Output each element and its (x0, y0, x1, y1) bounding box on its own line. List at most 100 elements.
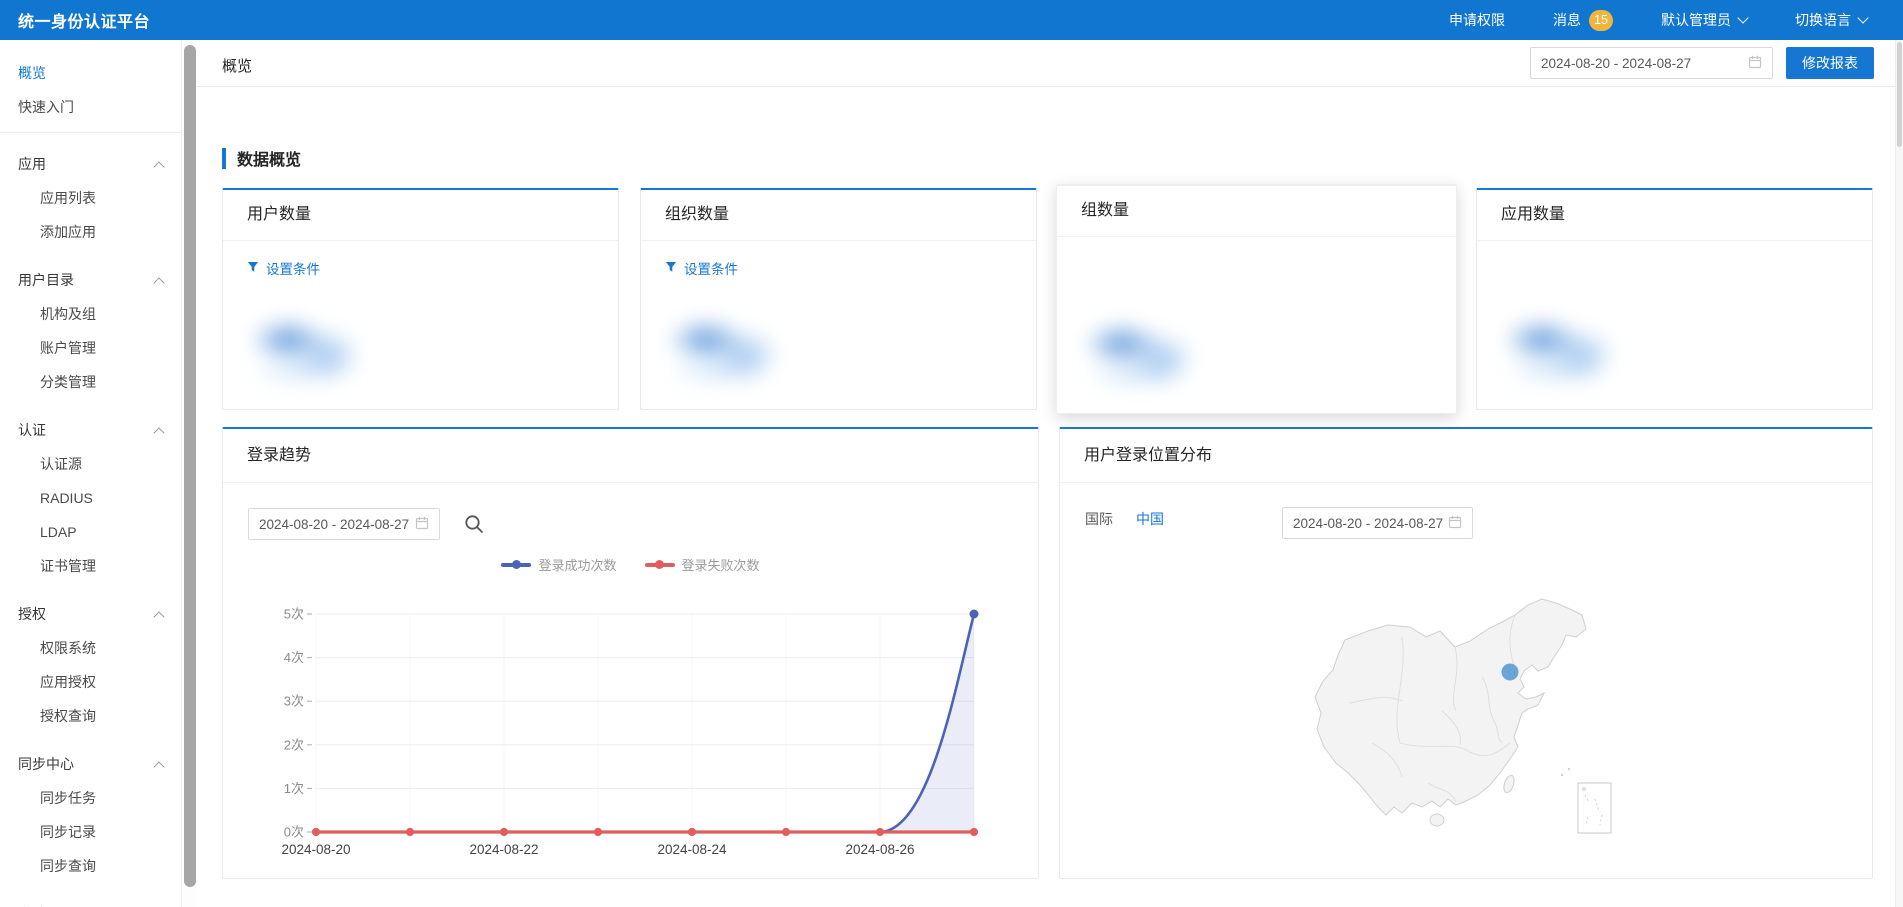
nav-apply-permission-label: 申请权限 (1449, 10, 1505, 30)
set-conditions-label: 设置条件 (684, 258, 738, 278)
sidebar-item-overview[interactable]: 概览 (0, 56, 181, 90)
svg-text:0次: 0次 (284, 825, 304, 840)
sidebar-item-add-app-label: 添加应用 (40, 222, 96, 242)
sidebar-divider (0, 132, 181, 133)
date-range-value: 2024-08-20 - 2024-08-27 (1541, 56, 1691, 71)
sidebar-group-authentication[interactable]: 认证 (0, 413, 181, 447)
sidebar-group-sync-center-label: 同步中心 (18, 754, 74, 774)
message-count-badge: 15 (1589, 10, 1613, 31)
sidebar-item-sync-record[interactable]: 同步记录 (0, 815, 181, 849)
app-title: 统一身份认证平台 (18, 8, 150, 32)
sidebar-item-permission-system[interactable]: 权限系统 (0, 631, 181, 665)
map-tab-international[interactable]: 国际 (1085, 509, 1113, 529)
sidebar-nav: 概览快速入门应用应用列表添加应用用户目录机构及组账户管理分类管理认证认证源 RAD… (0, 40, 182, 907)
caret-down-icon (1737, 12, 1748, 23)
sidebar-item-account-management[interactable]: 账户管理 (0, 331, 181, 365)
svg-text:2024-08-20: 2024-08-20 (281, 842, 350, 857)
sidebar-item-quick-start-label: 快速入门 (18, 97, 74, 117)
content-scrollbar-thumb[interactable] (184, 45, 196, 887)
sidebar-item-sync-task-label: 同步任务 (40, 788, 96, 808)
section-accent-bar (222, 148, 226, 169)
legend-item-fail[interactable]: 登录失败次数 (645, 555, 760, 574)
data-overview-section-header: 数据概览 (222, 146, 301, 170)
sidebar-item-ldap[interactable]: LDAP (0, 515, 181, 549)
caret-down-icon (1857, 12, 1868, 23)
page-title: 概览 (222, 55, 252, 76)
app-window: 统一身份认证平台 申请权限 消息15 默认管理员 切换语言 概览快速入门应用应用列表添… (0, 0, 1903, 907)
svg-text:2024-08-22: 2024-08-22 (469, 842, 538, 857)
sidebar-item-org-and-group[interactable]: 机构及组 (0, 297, 181, 331)
nav-admin[interactable]: 默认管理员 (1661, 10, 1747, 30)
sidebar-item-category-management[interactable]: 分类管理 (0, 365, 181, 399)
window-scrollbar-track[interactable] (1895, 40, 1903, 907)
set-conditions-link[interactable]: 设置条件 (665, 258, 738, 278)
legend-marker-icon (645, 560, 675, 569)
sidebar-item-radius[interactable]: RADIUS (0, 481, 181, 515)
china-map (1290, 585, 1650, 855)
legend-marker-icon (501, 560, 531, 569)
sidebar-group-application[interactable]: 应用 (0, 147, 181, 181)
chevron-up-icon (153, 161, 164, 172)
sidebar-item-quick-start[interactable]: 快速入门 (0, 90, 181, 124)
trend-date-range-picker[interactable]: 2024-08-20 - 2024-08-27 (248, 508, 440, 540)
sidebar-item-app-authorization[interactable]: 应用授权 (0, 665, 181, 699)
chevron-up-icon (153, 427, 164, 438)
sidebar-group-authorization[interactable]: 授权 (0, 597, 181, 631)
legend-item-success[interactable]: 登录成功次数 (501, 555, 616, 574)
global-date-range-picker[interactable]: 2024-08-20 - 2024-08-27 (1530, 47, 1773, 79)
sidebar-item-cert-management-label: 证书管理 (40, 556, 96, 576)
map-scope-tabs: 国际 中国 (1085, 509, 1164, 529)
sidebar-item-auth-source[interactable]: 认证源 (0, 447, 181, 481)
sidebar-group-audit[interactable]: 审计 (0, 897, 181, 907)
redacted-count-value (667, 317, 779, 383)
calendar-icon[interactable] (415, 516, 429, 533)
window-scrollbar-thumb[interactable] (1897, 42, 1902, 147)
sidebar-item-account-management-label: 账户管理 (40, 338, 96, 358)
set-conditions-label: 设置条件 (266, 258, 320, 278)
nav-language[interactable]: 切换语言 (1795, 10, 1867, 30)
card-user-count-title: 用户数量 (223, 190, 618, 241)
map-date-range-picker[interactable]: 2024-08-20 - 2024-08-27 (1282, 507, 1473, 539)
svg-text:4次: 4次 (284, 650, 304, 665)
content-topbar: 概览 2024-08-20 - 2024-08-27 修改报表 (197, 40, 1903, 87)
login-location-title: 用户登录位置分布 (1060, 429, 1872, 483)
calendar-icon[interactable] (1748, 55, 1762, 72)
sidebar-group-application-label: 应用 (18, 154, 46, 174)
redacted-count-value (1083, 321, 1195, 387)
sidebar-item-org-and-group-label: 机构及组 (40, 304, 96, 324)
sidebar-group-user-directory[interactable]: 用户目录 (0, 263, 181, 297)
nav-messages[interactable]: 消息15 (1553, 10, 1613, 31)
sidebar-item-authorization-query[interactable]: 授权查询 (0, 699, 181, 733)
sidebar-item-sync-task[interactable]: 同步任务 (0, 781, 181, 815)
svg-text:2024-08-26: 2024-08-26 (845, 842, 914, 857)
sidebar-item-auth-source-label: 认证源 (40, 454, 82, 474)
content-scrollbar-track[interactable] (183, 40, 197, 907)
map-tab-china[interactable]: 中国 (1136, 509, 1164, 529)
sidebar-item-sync-record-label: 同步记录 (40, 822, 96, 842)
sidebar-item-ldap-label: LDAP (40, 524, 77, 540)
search-icon[interactable] (463, 513, 487, 537)
calendar-icon[interactable] (1448, 515, 1462, 532)
svg-text:2024-08-24: 2024-08-24 (657, 842, 727, 857)
nav-apply-permission[interactable]: 申请权限 (1449, 10, 1505, 30)
sidebar-item-overview-label: 概览 (18, 63, 46, 83)
login-location-marker[interactable] (1502, 664, 1519, 681)
card-group-count: 组数量 (1056, 184, 1457, 414)
header-nav: 申请权限 消息15 默认管理员 切换语言 (1449, 10, 1903, 31)
svg-text:2次: 2次 (284, 737, 304, 752)
sidebar-item-app-list[interactable]: 应用列表 (0, 181, 181, 215)
redacted-count-value (249, 317, 361, 383)
sidebar-item-permission-system-label: 权限系统 (40, 638, 96, 658)
legend-label: 登录失败次数 (682, 555, 760, 574)
chevron-up-icon (153, 277, 164, 288)
set-conditions-link[interactable]: 设置条件 (247, 258, 320, 278)
edit-report-button[interactable]: 修改报表 (1786, 47, 1874, 79)
sidebar-item-add-app[interactable]: 添加应用 (0, 215, 181, 249)
card-app-count-title: 应用数量 (1477, 190, 1872, 241)
sidebar-group-authorization-label: 授权 (18, 604, 46, 624)
login-trend-title: 登录趋势 (223, 429, 1038, 483)
sidebar-item-cert-management[interactable]: 证书管理 (0, 549, 181, 583)
sidebar-item-sync-query[interactable]: 同步查询 (0, 849, 181, 883)
section-title: 数据概览 (237, 146, 301, 170)
sidebar-group-sync-center[interactable]: 同步中心 (0, 747, 181, 781)
